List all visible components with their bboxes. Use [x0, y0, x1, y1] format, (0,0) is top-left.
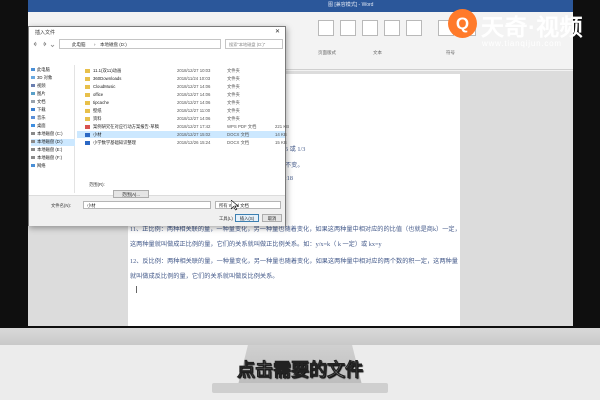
cancel-button[interactable]: 取消 [262, 214, 282, 222]
file-list: 11.1(双11)动画 2018/12/27 10:03 文件夹 360Down… [77, 65, 289, 193]
dialog-toolbar [29, 52, 285, 63]
ribbon-button[interactable] [362, 20, 378, 36]
folder-icon [85, 108, 90, 113]
nav-item[interactable]: 视频 [31, 83, 75, 90]
file-row[interactable]: tipcache 2018/12/27 14:06 文件夹 [77, 99, 285, 106]
ribbon-group-label: 符号 [446, 50, 455, 55]
nav-item[interactable]: 桌面 [31, 123, 75, 130]
file-row[interactable]: 资料 2018/12/27 14:06 文件夹 [77, 115, 285, 122]
nav-arrows [33, 41, 55, 48]
insert-file-dialog: 插入文件 ✕ 此电脑 › 本地磁盘 (D:) 搜索"本地磁盘 (D:)" 此电脑… [28, 26, 289, 226]
text-cursor [136, 286, 137, 293]
filename-label: 文件名(N): [51, 203, 72, 208]
drive-icon [31, 132, 35, 136]
address-bar[interactable]: 此电脑 › 本地磁盘 (D:) [59, 39, 221, 49]
nav-item-selected[interactable]: 本地磁盘 (D:) [31, 139, 75, 146]
folder-icon [85, 100, 90, 105]
range-label: 范围(R): [89, 182, 105, 187]
logo-icon: Q [448, 9, 477, 38]
file-row[interactable]: 小学数学基础知识整理 2018/12/26 15:24 DOCX 文档 15 K… [77, 139, 287, 146]
dialog-footer: 范围(R): 范围(A)... 文件名(N): 小材 所有 Word 文档 工具… [29, 182, 285, 226]
ribbon-button[interactable] [384, 20, 400, 36]
file-row[interactable]: office 2018/12/27 14:06 文件夹 [77, 91, 285, 98]
close-icon[interactable]: ✕ [275, 28, 280, 35]
breadcrumb-separator: › [94, 42, 96, 47]
up-arrow-icon [50, 44, 55, 48]
video-subtitle: 点击需要的文件 [237, 360, 364, 381]
nav-item[interactable]: 此电脑 [31, 67, 75, 74]
mouse-pointer-icon [231, 200, 239, 211]
breadcrumb-this-pc[interactable]: 此电脑 [72, 42, 86, 48]
range-button[interactable]: 范围(A)... [113, 190, 149, 198]
file-row[interactable]: 11.1(双11)动画 2018/12/27 10:03 文件夹 [77, 67, 285, 74]
nav-item[interactable]: 网络 [31, 163, 75, 170]
document-icon [31, 100, 35, 104]
monitor-base [212, 383, 388, 393]
nav-item[interactable]: 下载 [31, 107, 75, 114]
nav-item[interactable]: 本地磁盘 (C:) [31, 131, 75, 138]
ribbon-group-label: 文本 [373, 50, 382, 55]
back-arrow-icon [33, 41, 37, 47]
desktop-icon [31, 124, 35, 128]
drive-icon [31, 156, 35, 160]
ribbon-button[interactable] [318, 20, 334, 36]
brand-url: www.tianqijun.com [482, 39, 562, 48]
word-window-title: 图 [兼容模式] - Word [328, 2, 374, 8]
search-input[interactable]: 搜索"本地磁盘 (D:)" [225, 39, 283, 49]
folder-icon [85, 84, 90, 89]
doc-line: 就叫做成反比例的量，它们的关系就叫做反比例关系。 [130, 273, 279, 280]
file-row[interactable]: 壁纸 2018/12/27 11:00 文件夹 [77, 107, 285, 114]
doc-line: 不变。 [285, 162, 304, 169]
nav-item[interactable]: 图片 [31, 91, 75, 98]
download-icon [31, 108, 35, 112]
doc-line: :18 [285, 175, 293, 182]
cube-icon [31, 76, 35, 80]
nav-item[interactable]: 本地磁盘 (E:) [31, 147, 75, 154]
navigation-pane: 此电脑 3D 对象 视频 图片 文档 下载 音乐 桌面 本地磁盘 (C:) 本地… [29, 65, 75, 193]
ribbon-group-label: 页面版式 [318, 50, 336, 55]
tools-menu[interactable]: 工具(L) [219, 216, 233, 222]
video-icon [31, 84, 35, 88]
folder-icon [85, 116, 90, 121]
pdf-file-icon [85, 124, 90, 129]
screen: 图 [兼容模式] - Word 页面版式 文本 符号 6 或 1/3 不变。 :… [28, 0, 573, 326]
ribbon-button[interactable] [340, 20, 356, 36]
filename-field[interactable]: 小材 [83, 201, 211, 209]
brand-name: 天奇·视频 [481, 14, 584, 40]
folder-icon [85, 92, 90, 97]
doc-line: 这两种量就叫做成正比例的量，它们的关系就叫做正比例关系。如：y/x=k（ k 一… [130, 241, 382, 248]
dialog-title: 插入文件 [35, 30, 56, 36]
word-file-icon [85, 132, 90, 137]
filetype-select[interactable]: 所有 Word 文档 [215, 201, 281, 209]
computer-icon [31, 68, 35, 72]
folder-icon [85, 68, 90, 73]
file-row-selected[interactable]: 小材 2018/12/27 15:02 DOCX 文档 14 KB [77, 131, 287, 138]
ribbon-button[interactable] [406, 20, 422, 36]
forward-arrow-icon [43, 41, 47, 47]
nav-item[interactable]: 文档 [31, 99, 75, 106]
nav-item[interactable]: 本地磁盘 (F:) [31, 155, 75, 162]
drive-icon [31, 140, 35, 144]
drive-icon [31, 148, 35, 152]
music-icon [31, 116, 35, 120]
file-row[interactable]: 360Downloads 2018/11/24 10:03 文件夹 [77, 75, 285, 82]
folder-icon [85, 76, 90, 81]
word-file-icon [85, 140, 90, 145]
insert-button[interactable]: 插入(S) [235, 214, 259, 222]
file-row[interactable]: 案例研究在对应行动方案报告-草稿 2018/12/27 17:42 WPS PD… [77, 123, 289, 130]
monitor-chin [0, 328, 600, 345]
doc-line: 6 或 1/3 [285, 146, 306, 153]
network-icon [31, 164, 35, 168]
doc-line: 12、反比例：两种相关联的量，一种量变化，另一种量也随着变化，如果这两种量中相对… [130, 258, 458, 265]
nav-item[interactable]: 音乐 [31, 115, 75, 122]
nav-item[interactable]: 3D 对象 [31, 75, 75, 82]
breadcrumb-drive-d[interactable]: 本地磁盘 (D:) [100, 42, 127, 48]
picture-icon [31, 92, 35, 96]
file-row[interactable]: CloudMusic 2018/12/27 14:06 文件夹 [77, 83, 285, 90]
